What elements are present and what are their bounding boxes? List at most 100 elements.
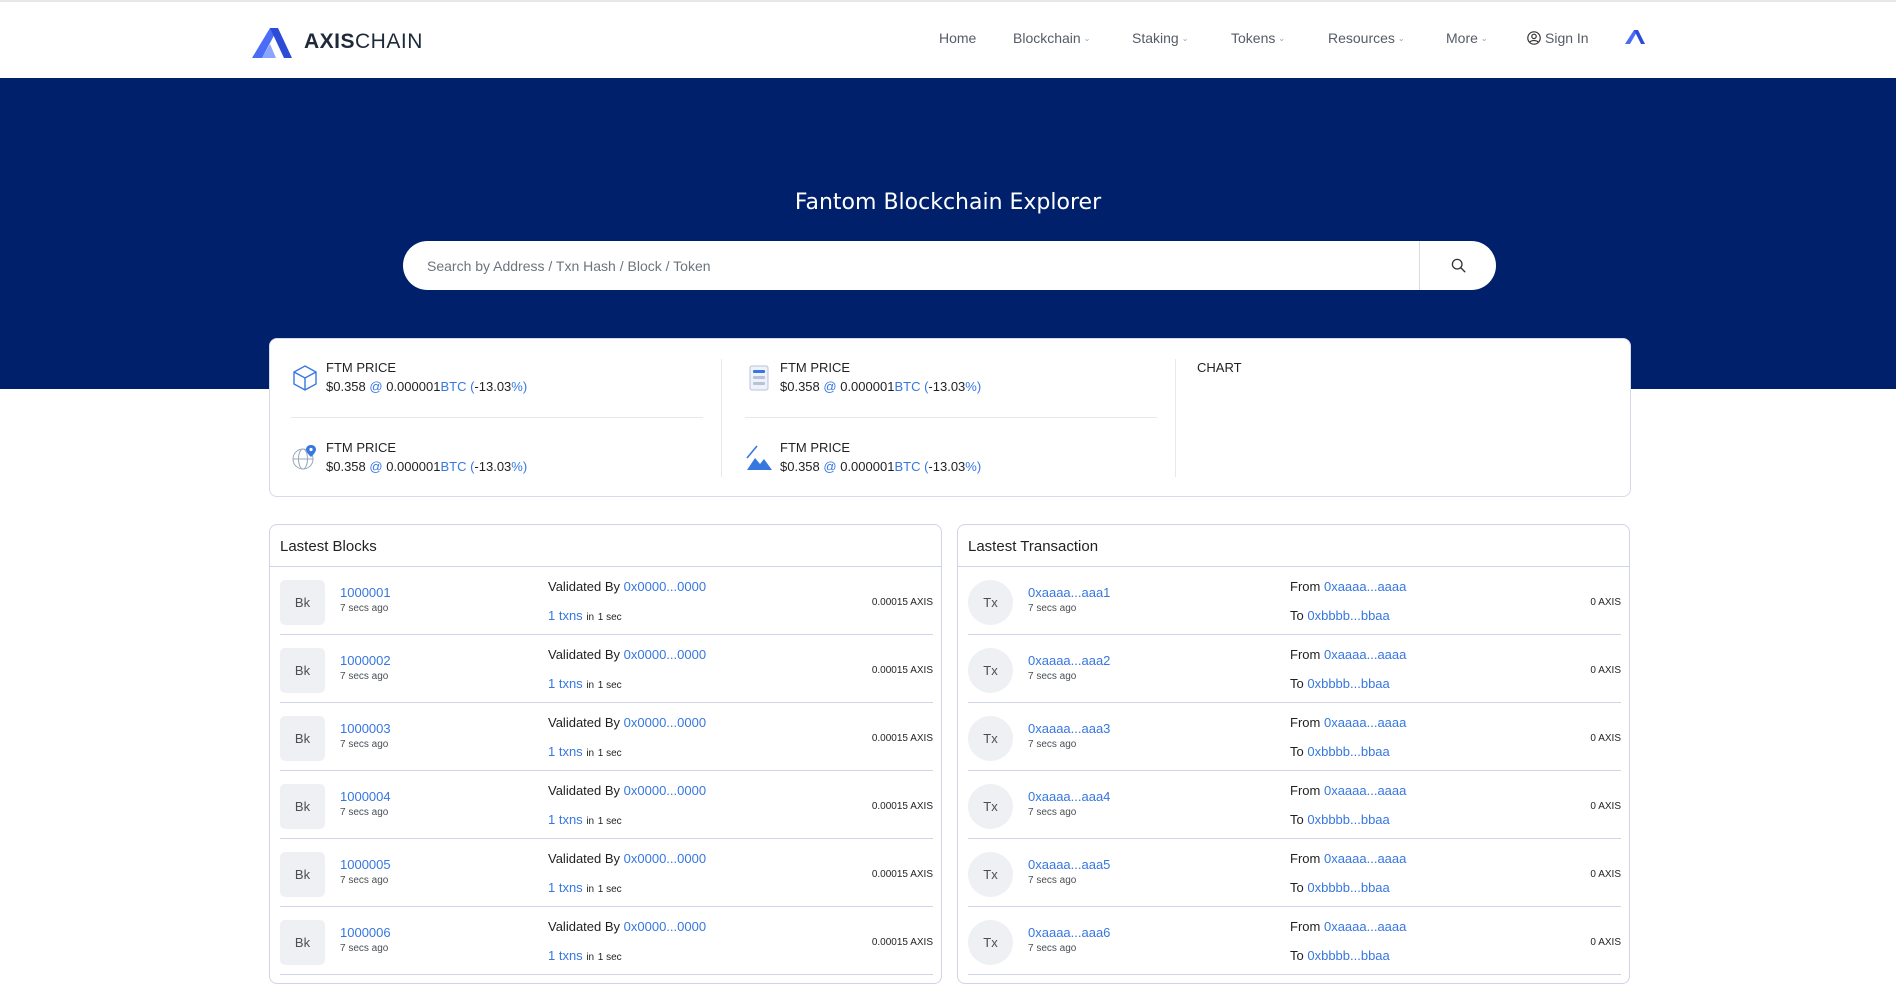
block-reward: 0.00015 AXIS — [871, 937, 933, 948]
stat-change-close: %) — [965, 379, 982, 394]
block-validator: Validated By 0x0000...0000 — [548, 783, 706, 798]
nav-resources[interactable]: Resources ⌄ — [1328, 30, 1405, 46]
nav-home[interactable]: Home — [939, 30, 976, 46]
stat-price: $0.358 — [326, 379, 366, 394]
txns-link[interactable]: 1 txns — [548, 948, 583, 963]
from-address-link[interactable]: 0xaaaa...aaaa — [1324, 783, 1406, 798]
validator-link[interactable]: 0x0000...0000 — [624, 715, 706, 730]
chevron-down-icon: ⌄ — [1278, 33, 1286, 43]
from-label: From — [1290, 851, 1321, 866]
search-button[interactable] — [1419, 241, 1496, 290]
block-reward: 0.00015 AXIS — [871, 869, 933, 880]
stat-label: FTM PRICE — [326, 360, 397, 375]
block-row: Bk 1000004 7 secs ago Validated By 0x0000..… — [280, 771, 933, 839]
block-duration: 1 sec — [597, 884, 622, 895]
block-row: Bk 1000003 7 secs ago Validated By 0x0000..… — [280, 703, 933, 771]
tx-from: From 0xaaaa...aaaa — [1290, 647, 1406, 662]
nav-more[interactable]: More ⌄ — [1446, 30, 1488, 46]
block-number-link[interactable]: 1000001 — [340, 585, 391, 600]
nav-staking[interactable]: Staking ⌄ — [1132, 30, 1188, 46]
tx-hash-link[interactable]: 0xaaaa...aaa5 — [1028, 857, 1110, 872]
txns-link[interactable]: 1 txns — [548, 744, 583, 759]
stat-btc-unit: BTC — [894, 379, 921, 394]
tx-hash-link[interactable]: 0xaaaa...aaa2 — [1028, 653, 1110, 668]
validator-link[interactable]: 0x0000...0000 — [624, 647, 706, 662]
stat-change-close: %) — [511, 459, 528, 474]
txns-link[interactable]: 1 txns — [548, 880, 583, 895]
tx-age: 7 secs ago — [1028, 603, 1077, 614]
transaction-row: Tx 0xaaaa...aaa5 7 secs ago From 0xaaaa...a… — [968, 839, 1621, 907]
panel-title: Lastest Blocks — [280, 538, 377, 555]
block-duration: 1 sec — [597, 612, 622, 623]
block-number-link[interactable]: 1000006 — [340, 925, 391, 940]
to-address-link[interactable]: 0xbbbb...bbaa — [1307, 948, 1389, 963]
txns-link[interactable]: 1 txns — [548, 608, 583, 623]
block-validator: Validated By 0x0000...0000 — [548, 919, 706, 934]
txns-link[interactable]: 1 txns — [548, 676, 583, 691]
block-number-link[interactable]: 1000002 — [340, 653, 391, 668]
block-txns: 1 txns in 1 sec — [548, 608, 622, 623]
search-input[interactable] — [427, 241, 1427, 290]
nav-tokens[interactable]: Tokens ⌄ — [1231, 30, 1285, 46]
block-txns: 1 txns in 1 sec — [548, 948, 622, 963]
stat-change: -13.03 — [474, 459, 512, 474]
tx-hash-link[interactable]: 0xaaaa...aaa3 — [1028, 721, 1110, 736]
from-label: From — [1290, 579, 1321, 594]
axischain-logo-icon — [1625, 30, 1645, 44]
block-number-link[interactable]: 1000005 — [340, 857, 391, 872]
stat-change: -13.03 — [928, 459, 966, 474]
from-address-link[interactable]: 0xaaaa...aaaa — [1324, 851, 1406, 866]
block-row: Bk 1000002 7 secs ago Validated By 0x0000..… — [280, 635, 933, 703]
stat-price: $0.358 — [326, 459, 366, 474]
cube-icon — [293, 365, 317, 391]
from-address-link[interactable]: 0xaaaa...aaaa — [1324, 919, 1406, 934]
divider — [745, 417, 1157, 418]
validator-link[interactable]: 0x0000...0000 — [624, 783, 706, 798]
transaction-row: Tx 0xaaaa...aaa4 7 secs ago From 0xaaaa...a… — [968, 771, 1621, 839]
tx-age: 7 secs ago — [1028, 671, 1077, 682]
in-label: in — [586, 680, 595, 691]
tx-age: 7 secs ago — [1028, 807, 1077, 818]
chart-label: CHART — [1197, 360, 1242, 375]
block-number-link[interactable]: 1000003 — [340, 721, 391, 736]
to-address-link[interactable]: 0xbbbb...bbaa — [1307, 608, 1389, 623]
block-reward: 0.00015 AXIS — [871, 733, 933, 744]
validator-link[interactable]: 0x0000...0000 — [624, 851, 706, 866]
validated-by-label: Validated By — [548, 851, 621, 866]
sign-in-link[interactable]: Sign In — [1527, 30, 1589, 46]
from-label: From — [1290, 647, 1321, 662]
tx-amount: 0 AXIS — [1590, 801, 1621, 812]
to-label: To — [1290, 744, 1304, 759]
to-address-link[interactable]: 0xbbbb...bbaa — [1307, 676, 1389, 691]
tx-hash-link[interactable]: 0xaaaa...aaa1 — [1028, 585, 1110, 600]
validated-by-label: Validated By — [548, 783, 621, 798]
tx-badge: Tx — [968, 852, 1013, 897]
tx-hash-link[interactable]: 0xaaaa...aaa4 — [1028, 789, 1110, 804]
tx-to: To 0xbbbb...bbaa — [1290, 948, 1390, 963]
from-address-link[interactable]: 0xaaaa...aaaa — [1324, 579, 1406, 594]
tx-badge: Tx — [968, 580, 1013, 625]
validator-link[interactable]: 0x0000...0000 — [624, 919, 706, 934]
stat-label: FTM PRICE — [780, 360, 851, 375]
block-txns: 1 txns in 1 sec — [548, 812, 622, 827]
tx-hash-link[interactable]: 0xaaaa...aaa6 — [1028, 925, 1110, 940]
block-badge: Bk — [280, 648, 325, 693]
from-address-link[interactable]: 0xaaaa...aaaa — [1324, 647, 1406, 662]
stat-at: @ — [823, 379, 837, 394]
stat-ftm-price-1: FTM PRICE $0.358 @ 0.000001BTC (-13.03%) — [291, 360, 711, 400]
network-switcher[interactable] — [1624, 28, 1646, 46]
in-label: in — [586, 952, 595, 963]
to-address-link[interactable]: 0xbbbb...bbaa — [1307, 744, 1389, 759]
to-address-link[interactable]: 0xbbbb...bbaa — [1307, 880, 1389, 895]
validator-link[interactable]: 0x0000...0000 — [624, 579, 706, 594]
block-age: 7 secs ago — [340, 943, 389, 954]
nav-blockchain-label: Blockchain — [1013, 30, 1081, 46]
block-number-link[interactable]: 1000004 — [340, 789, 391, 804]
divider — [1175, 359, 1176, 477]
nav-blockchain[interactable]: Blockchain ⌄ — [1013, 30, 1090, 46]
txns-link[interactable]: 1 txns — [548, 812, 583, 827]
to-address-link[interactable]: 0xbbbb...bbaa — [1307, 812, 1389, 827]
tx-from: From 0xaaaa...aaaa — [1290, 851, 1406, 866]
from-address-link[interactable]: 0xaaaa...aaaa — [1324, 715, 1406, 730]
in-label: in — [586, 748, 595, 759]
